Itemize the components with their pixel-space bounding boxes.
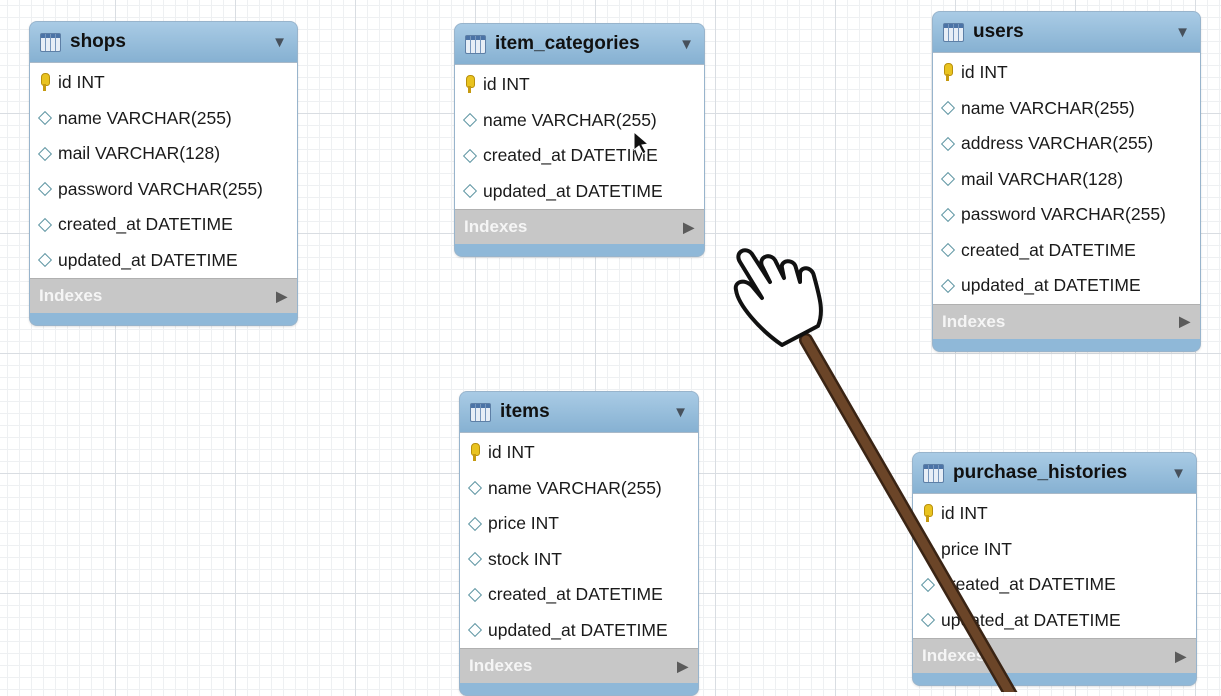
mouse-cursor-icon	[633, 130, 650, 155]
hand-pointer-icon	[633, 130, 1018, 692]
